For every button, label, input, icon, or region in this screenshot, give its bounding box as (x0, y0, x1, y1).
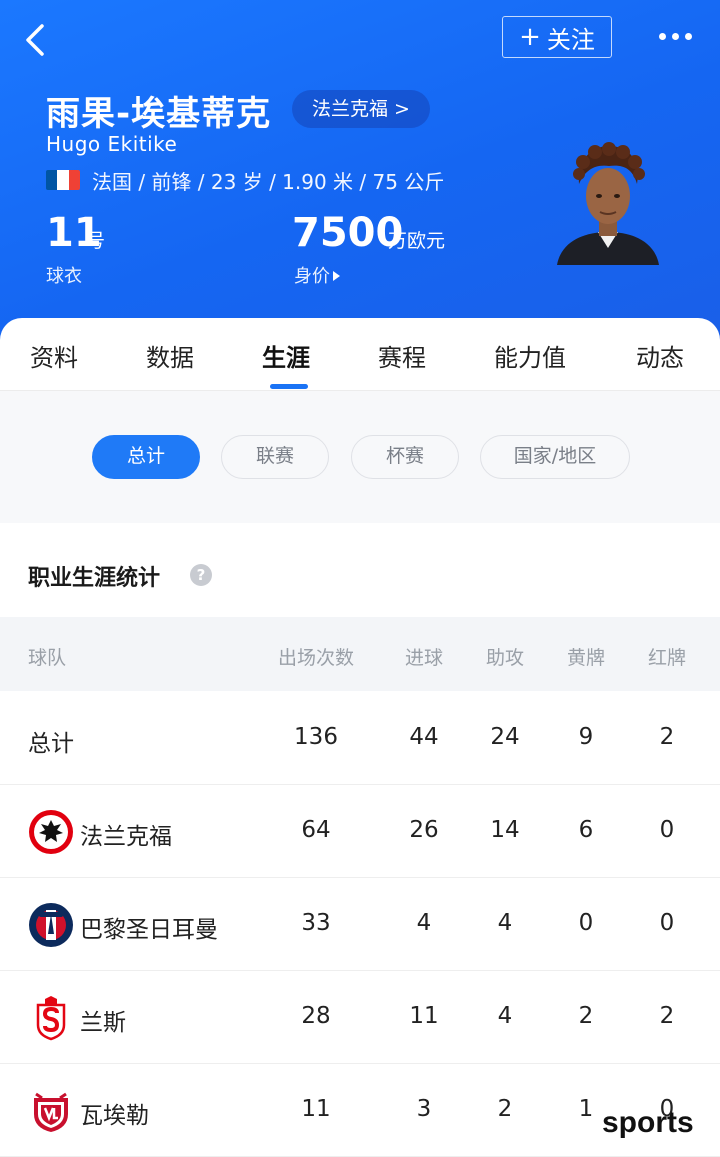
follow-button[interactable]: + 关注 (502, 16, 612, 58)
assists-value: 24 (490, 724, 520, 750)
team-name: 法兰克福 (80, 824, 172, 850)
player-header: + 关注 雨果-埃基蒂克 法兰克福 > Hugo Ekitike 法国 / 前锋… (0, 0, 720, 345)
red-cards-value: 0 (659, 817, 675, 843)
more-options-icon[interactable] (650, 20, 700, 52)
tab-schedule[interactable]: 赛程 (378, 338, 426, 373)
goals-value: 4 (416, 910, 432, 936)
market-value-unit: 万欧元 (388, 230, 446, 252)
red-cards-value: 2 (659, 724, 675, 750)
tab-stats[interactable]: 数据 (146, 338, 194, 373)
france-flag-icon (46, 170, 80, 190)
appearances-value: 33 (301, 910, 331, 936)
appearances-value: 64 (301, 817, 331, 843)
player-avatar (557, 142, 659, 265)
tab-career[interactable]: 生涯 (262, 338, 310, 373)
section-title: 职业生涯统计 (28, 566, 161, 591)
team-name: 总计 (28, 731, 74, 757)
active-tab-indicator (270, 384, 308, 389)
back-icon[interactable] (18, 20, 54, 60)
assists-value: 2 (497, 1096, 513, 1122)
goals-value: 11 (409, 1003, 439, 1029)
tab-ability[interactable]: 能力值 (494, 338, 566, 373)
yellow-cards-value: 6 (578, 817, 594, 843)
jersey-unit: 号 (86, 230, 106, 252)
goals-value: 26 (409, 817, 439, 843)
yellow-cards-value: 2 (578, 1003, 594, 1029)
tab-bar: 资料 数据 生涯 赛程 能力值 动态 (0, 318, 720, 391)
goals-value: 3 (416, 1096, 432, 1122)
column-red-cards: 红牌 (647, 647, 687, 669)
table-row[interactable]: 巴黎圣日耳曼 33 4 4 0 0 (0, 878, 720, 971)
jersey-label: 球衣 (46, 266, 82, 287)
watermark-text: sports (602, 1106, 694, 1139)
triangle-right-icon (333, 271, 340, 281)
player-latin-name: Hugo Ekitike (46, 132, 178, 156)
table-header: 球队 出场次数 进球 助攻 黄牌 红牌 (0, 617, 720, 691)
reims-logo (36, 996, 66, 1041)
assists-value: 14 (490, 817, 520, 843)
filter-league[interactable]: 联赛 (221, 435, 329, 479)
table-row[interactable]: 法兰克福 64 26 14 6 0 (0, 785, 720, 878)
filter-national[interactable]: 国家/地区 (480, 435, 630, 479)
team-name: 瓦埃勒 (80, 1103, 149, 1129)
column-yellow-cards: 黄牌 (566, 647, 606, 669)
assists-value: 4 (497, 1003, 513, 1029)
filter-total[interactable]: 总计 (92, 435, 200, 479)
yellow-cards-value: 0 (578, 910, 594, 936)
red-cards-value: 2 (659, 1003, 675, 1029)
table-row[interactable]: 兰斯 28 11 4 2 2 (0, 971, 720, 1064)
content-panel: 资料 数据 生涯 赛程 能力值 动态 总计 联赛 杯赛 国家/地区 职业生涯统计… (0, 318, 720, 1157)
column-goals: 进球 (404, 647, 444, 669)
assists-value: 4 (497, 910, 513, 936)
column-team: 球队 (28, 647, 67, 669)
yellow-cards-value: 1 (578, 1096, 594, 1122)
market-value-label: 身价 (294, 266, 330, 287)
market-value-link[interactable]: 身价 (294, 262, 340, 288)
follow-label: 关注 (546, 25, 595, 54)
filter-bar: 总计 联赛 杯赛 国家/地区 (0, 391, 720, 523)
table-row: 总计 136 44 24 9 2 (0, 692, 720, 785)
appearances-value: 28 (301, 1003, 331, 1029)
appearances-value: 11 (301, 1096, 331, 1122)
market-value: 7500 (292, 210, 404, 256)
frankfurt-eagle-logo (29, 810, 73, 854)
column-appearances: 出场次数 (277, 647, 355, 669)
tab-profile[interactable]: 资料 (30, 338, 78, 373)
team-name: 兰斯 (80, 1010, 126, 1036)
appearances-value: 136 (294, 724, 338, 750)
club-link-button[interactable]: 法兰克福 > (292, 90, 430, 128)
red-cards-value: 0 (659, 910, 675, 936)
team-name: 巴黎圣日耳曼 (80, 917, 218, 943)
vejle-logo (34, 1092, 68, 1132)
help-icon[interactable]: ? (190, 564, 212, 586)
goals-value: 44 (409, 724, 439, 750)
section-header: 职业生涯统计 ? (0, 524, 720, 616)
filter-cup[interactable]: 杯赛 (351, 435, 459, 479)
tab-news[interactable]: 动态 (636, 338, 684, 373)
plus-icon: + (519, 22, 541, 52)
player-name: 雨果-埃基蒂克 (46, 94, 272, 134)
player-bio: 法国 / 前锋 / 23 岁 / 1.90 米 / 75 公斤 (92, 170, 445, 194)
psg-logo (29, 903, 73, 947)
yellow-cards-value: 9 (578, 724, 594, 750)
column-assists: 助攻 (485, 647, 525, 669)
